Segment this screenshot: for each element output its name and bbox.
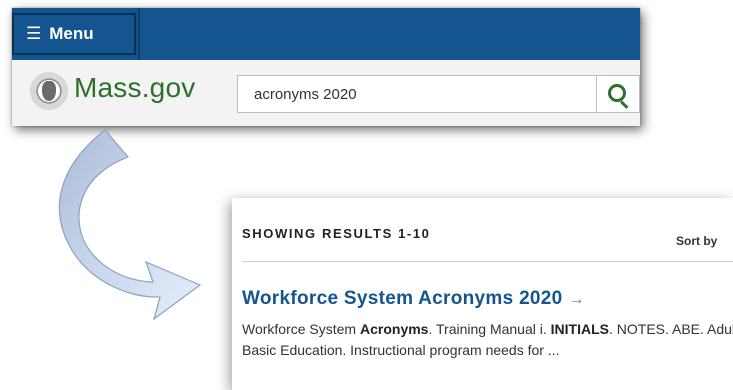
snippet-part-2: . Training Manual i. [428,321,551,337]
snippet-bold-2: INITIALS [550,321,609,337]
result-snippet: Workforce System Acronyms. Training Manu… [242,319,733,361]
results-divider [242,261,733,262]
arrow-right-icon: → [568,291,585,308]
result-title-text: Workforce System Acronyms 2020 [242,288,563,309]
snippet-part-1: Workforce System [242,321,360,337]
snippet-bold-1: Acronyms [360,321,429,337]
sort-by-control[interactable]: Sort by [676,234,717,248]
result-title-link[interactable]: Workforce System Acronyms 2020 → [242,288,585,310]
results-count-heading: SHOWING RESULTS 1-10 [242,226,431,241]
search-results-panel: SHOWING RESULTS 1-10 Sort by Workforce S… [232,198,733,390]
